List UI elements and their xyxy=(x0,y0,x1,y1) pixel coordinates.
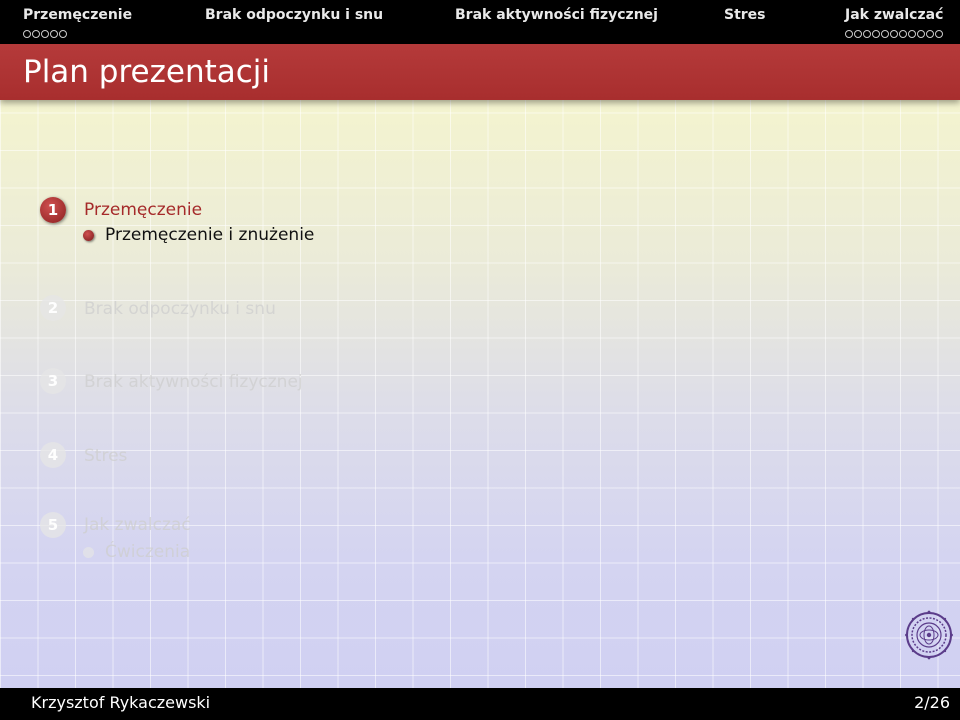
bullet-icon xyxy=(83,230,94,241)
toc-section-number: 4 xyxy=(40,442,66,468)
toc-section-number: 5 xyxy=(40,512,66,538)
toc-section-label[interactable]: Jak zwalczać xyxy=(84,515,191,535)
university-seal-icon xyxy=(905,610,953,660)
toc-subsection-label[interactable]: Przemęczenie i znużenie xyxy=(105,225,314,245)
bullet-icon xyxy=(83,547,94,558)
table-of-contents: 1 Przemęczenie Przemęczenie i znużenie 2… xyxy=(0,0,960,720)
toc-section-number: 3 xyxy=(40,368,66,394)
toc-section-label[interactable]: Stres xyxy=(84,446,127,466)
toc-section-label[interactable]: Przemęczenie xyxy=(84,200,202,220)
toc-section-label[interactable]: Brak odpoczynku i snu xyxy=(84,299,276,319)
toc-section-number: 2 xyxy=(40,295,66,321)
footer-bar: Krzysztof Rykaczewski 2/26 xyxy=(0,688,960,720)
toc-section-number: 1 xyxy=(40,197,66,223)
page-number: 2/26 xyxy=(914,693,950,712)
toc-section-label[interactable]: Brak aktywności fizycznej xyxy=(84,372,303,392)
toc-subsection-label[interactable]: Ćwiczenia xyxy=(105,542,190,562)
footer-author: Krzysztof Rykaczewski xyxy=(31,693,211,712)
